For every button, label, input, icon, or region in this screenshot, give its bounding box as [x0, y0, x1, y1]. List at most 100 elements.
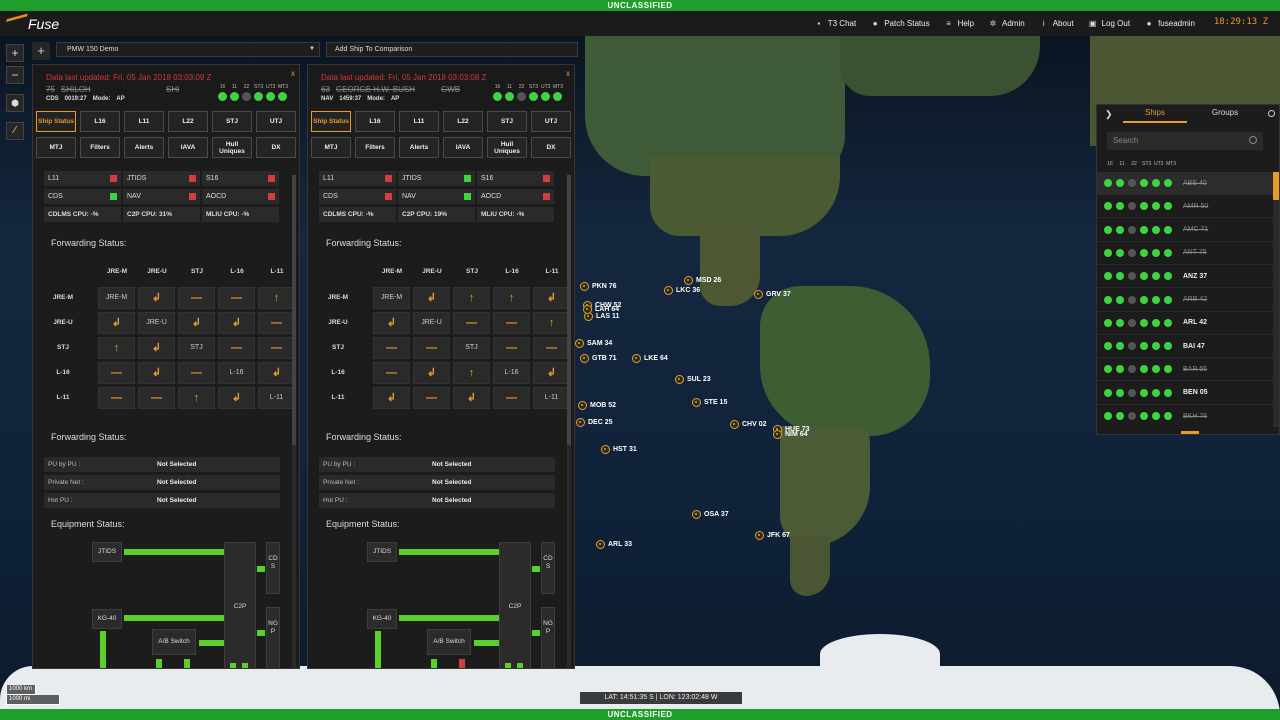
forward-cell[interactable]: — [218, 287, 255, 309]
equip-kg[interactable]: KG-40 [367, 609, 397, 629]
map-ship-marker[interactable]: PKN 76 [580, 282, 617, 291]
map-ship-marker[interactable]: JFK 67 [755, 531, 790, 540]
equip-cds[interactable]: CDS [541, 542, 555, 594]
draw-icon[interactable]: ∕ [6, 122, 24, 140]
equip-cds[interactable]: CDS [266, 542, 280, 594]
map-ship-marker[interactable]: CHV 02 [730, 420, 767, 429]
tab-filters[interactable]: Filters [80, 137, 120, 158]
forward-cell[interactable]: ↑ [453, 287, 490, 309]
forward-cell[interactable]: JRE-M [373, 287, 410, 309]
tab-dx[interactable]: DX [256, 137, 296, 158]
tab-stj[interactable]: STJ [212, 111, 252, 132]
forward-cell[interactable]: — [218, 337, 255, 359]
equip-ab[interactable]: A/B Switch [427, 629, 471, 655]
forward-cell[interactable]: ↲ [373, 387, 410, 409]
ship-list-item[interactable]: ARL 42 [1097, 312, 1273, 335]
nav-admin[interactable]: ✲ Admin [989, 19, 1025, 28]
nav-user[interactable]: ● fuseadmin [1145, 19, 1195, 28]
map-ship-marker[interactable]: NIM 64 [773, 430, 808, 439]
ship-search-input[interactable]: Search [1107, 132, 1263, 150]
forward-cell[interactable]: — [493, 387, 530, 409]
tab-l16[interactable]: L16 [355, 111, 395, 132]
ship-list-item[interactable]: BAR 55 [1097, 358, 1273, 382]
nav-patch[interactable]: ● Patch Status [871, 19, 930, 28]
nav-about[interactable]: i About [1040, 19, 1074, 28]
map-ship-marker[interactable]: SUL 23 [675, 375, 711, 384]
equip-ab[interactable]: A/B Switch [152, 629, 196, 655]
ship-list-item[interactable]: AMC 71 [1097, 219, 1273, 242]
layers-icon[interactable]: ⬢ [6, 94, 24, 112]
forward-cell[interactable]: ↑ [178, 387, 215, 409]
forward-cell[interactable]: — [258, 312, 295, 334]
tab-iava[interactable]: IAVA [168, 137, 208, 158]
tab-groups[interactable]: Groups [1193, 105, 1257, 123]
map-ship-marker[interactable]: MSD 26 [684, 276, 721, 285]
tab-hull-uniques[interactable]: Hull Uniques [487, 137, 527, 158]
forward-cell[interactable]: — [258, 337, 295, 359]
ship-list-item[interactable]: ABE 40 [1097, 172, 1273, 195]
forward-cell[interactable]: L-16 [493, 362, 530, 384]
forward-cell[interactable]: — [178, 362, 215, 384]
forward-cell[interactable]: ↲ [138, 287, 175, 309]
forward-cell[interactable]: ↲ [413, 362, 450, 384]
tab-utj[interactable]: UTJ [531, 111, 571, 132]
forward-cell[interactable]: STJ [453, 337, 490, 359]
tab-iava[interactable]: IAVA [443, 137, 483, 158]
nav-chat[interactable]: ▪ T3 Chat [815, 19, 856, 28]
equip-c2p[interactable]: C2P Rehost [224, 542, 256, 668]
equip-jtids[interactable]: JTIDS [92, 542, 122, 562]
equip-ngp[interactable]: NGP [266, 607, 280, 668]
forward-cell[interactable]: ↲ [413, 287, 450, 309]
tab-ships[interactable]: Ships [1123, 105, 1187, 123]
forward-cell[interactable]: ↲ [533, 287, 570, 309]
forward-cell[interactable]: ↑ [258, 287, 295, 309]
map-ship-marker[interactable]: LKE 64 [632, 354, 668, 363]
forward-cell[interactable]: STJ [178, 337, 215, 359]
ship-list-scrollbar[interactable] [1273, 172, 1279, 427]
forward-cell[interactable]: ↲ [98, 312, 135, 334]
forward-cell[interactable]: ↑ [533, 312, 570, 334]
tab-utj[interactable]: UTJ [256, 111, 296, 132]
tab-ship-status[interactable]: Ship Status [36, 111, 76, 132]
equip-jtids[interactable]: JTIDS [367, 542, 397, 562]
forward-cell[interactable]: JRE-U [413, 312, 450, 334]
tab-l11[interactable]: L11 [124, 111, 164, 132]
forward-cell[interactable]: — [533, 337, 570, 359]
zoom-out-button[interactable]: − [6, 66, 24, 84]
forward-cell[interactable]: ↑ [453, 362, 490, 384]
forward-cell[interactable]: — [453, 312, 490, 334]
ship-list-item[interactable]: ANT 75 [1097, 242, 1273, 265]
map-ship-marker[interactable]: SAM 34 [575, 339, 612, 348]
map-ship-marker[interactable]: ARL 33 [596, 540, 632, 549]
forward-cell[interactable]: — [373, 337, 410, 359]
close-icon[interactable]: x [566, 69, 570, 78]
forward-cell[interactable]: ↲ [533, 362, 570, 384]
tab-hull-uniques[interactable]: Hull Uniques [212, 137, 252, 158]
forward-cell[interactable]: ↲ [258, 362, 295, 384]
forward-cell[interactable]: — [493, 337, 530, 359]
equip-kg[interactable]: KG-40 [92, 609, 122, 629]
ship-list-item[interactable]: BKH 76 [1097, 405, 1273, 427]
add-ship-comparison-button[interactable]: Add Ship To Comparison [326, 42, 578, 57]
forward-cell[interactable]: — [98, 387, 135, 409]
forward-cell[interactable]: ↲ [178, 312, 215, 334]
forward-cell[interactable]: ↲ [373, 312, 410, 334]
ship-list-item[interactable]: BAI 47 [1097, 335, 1273, 359]
ship-list-item[interactable]: ARB 42 [1097, 289, 1273, 312]
forward-cell[interactable]: ↑ [98, 337, 135, 359]
forward-cell[interactable]: L-11 [258, 387, 295, 409]
forward-cell[interactable]: JRE-U [138, 312, 175, 334]
tab-stj[interactable]: STJ [487, 111, 527, 132]
forward-cell[interactable]: — [413, 387, 450, 409]
tab-mtj[interactable]: MTJ [311, 137, 351, 158]
ship-list-item[interactable]: AMR 50 [1097, 195, 1273, 219]
map-ship-marker[interactable]: LAH 64 [583, 305, 619, 314]
forward-cell[interactable]: — [98, 362, 135, 384]
equip-c2p[interactable]: C2P Rehost [499, 542, 531, 668]
map-ship-marker[interactable]: DEC 25 [576, 418, 613, 427]
forward-cell[interactable]: — [138, 387, 175, 409]
nav-logout[interactable]: ▣ Log Out [1089, 19, 1130, 28]
forward-cell[interactable]: ↲ [218, 387, 255, 409]
map-ship-marker[interactable]: GRV 37 [754, 290, 791, 299]
forward-cell[interactable]: — [178, 287, 215, 309]
